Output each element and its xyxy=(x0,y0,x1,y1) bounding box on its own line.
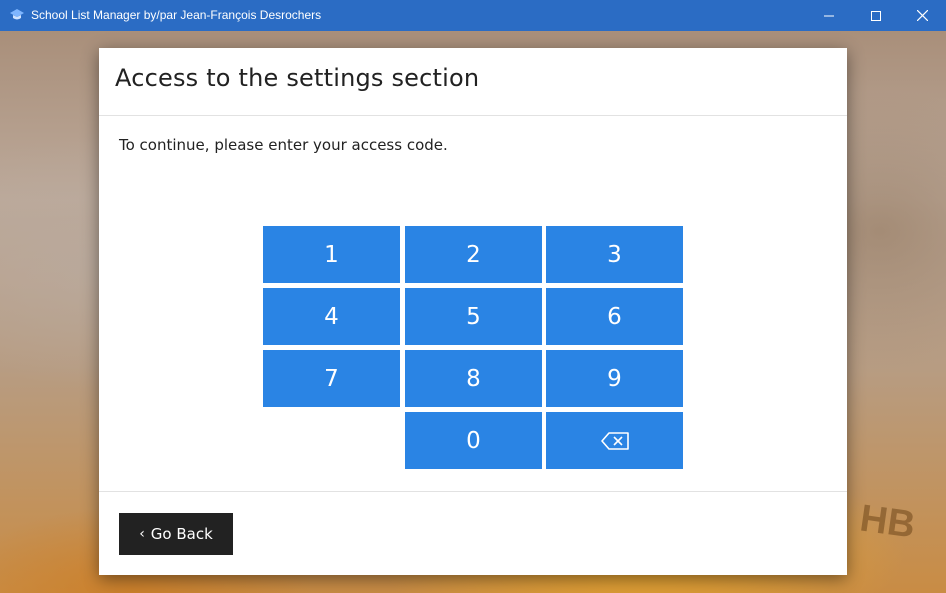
numeric-keypad: 1 2 3 4 5 6 7 8 9 0 xyxy=(263,226,683,469)
key-7[interactable]: 7 xyxy=(263,350,400,407)
key-0[interactable]: 0 xyxy=(405,412,542,469)
key-5[interactable]: 5 xyxy=(405,288,542,345)
key-3[interactable]: 3 xyxy=(546,226,683,283)
maximize-button[interactable] xyxy=(853,0,899,31)
key-8[interactable]: 8 xyxy=(405,350,542,407)
key-9[interactable]: 9 xyxy=(546,350,683,407)
close-icon xyxy=(916,10,928,21)
key-1[interactable]: 1 xyxy=(263,226,400,283)
window-titlebar: School List Manager by/par Jean-François… xyxy=(0,0,946,31)
key-6[interactable]: 6 xyxy=(546,288,683,345)
chevron-left-icon: ‹ xyxy=(139,526,145,542)
graduation-cap-icon xyxy=(10,9,24,20)
settings-access-dialog: Access to the settings section To contin… xyxy=(99,48,847,575)
go-back-label: Go Back xyxy=(150,525,213,543)
key-2[interactable]: 2 xyxy=(405,226,542,283)
backspace-key[interactable] xyxy=(546,412,683,469)
dialog-footer: ‹ Go Back xyxy=(99,491,847,576)
window-title: School List Manager by/par Jean-François… xyxy=(31,8,322,22)
minimize-button[interactable] xyxy=(806,0,852,31)
key-4[interactable]: 4 xyxy=(263,288,400,345)
minimize-icon xyxy=(824,15,834,16)
dialog-title: Access to the settings section xyxy=(115,64,480,92)
pencil-decoration: HB xyxy=(857,497,918,547)
close-button[interactable] xyxy=(899,0,945,31)
dialog-header: Access to the settings section xyxy=(99,48,847,116)
access-code-instruction: To continue, please enter your access co… xyxy=(119,136,448,154)
go-back-button[interactable]: ‹ Go Back xyxy=(119,513,233,555)
backspace-icon xyxy=(600,431,629,450)
maximize-icon xyxy=(871,10,881,21)
